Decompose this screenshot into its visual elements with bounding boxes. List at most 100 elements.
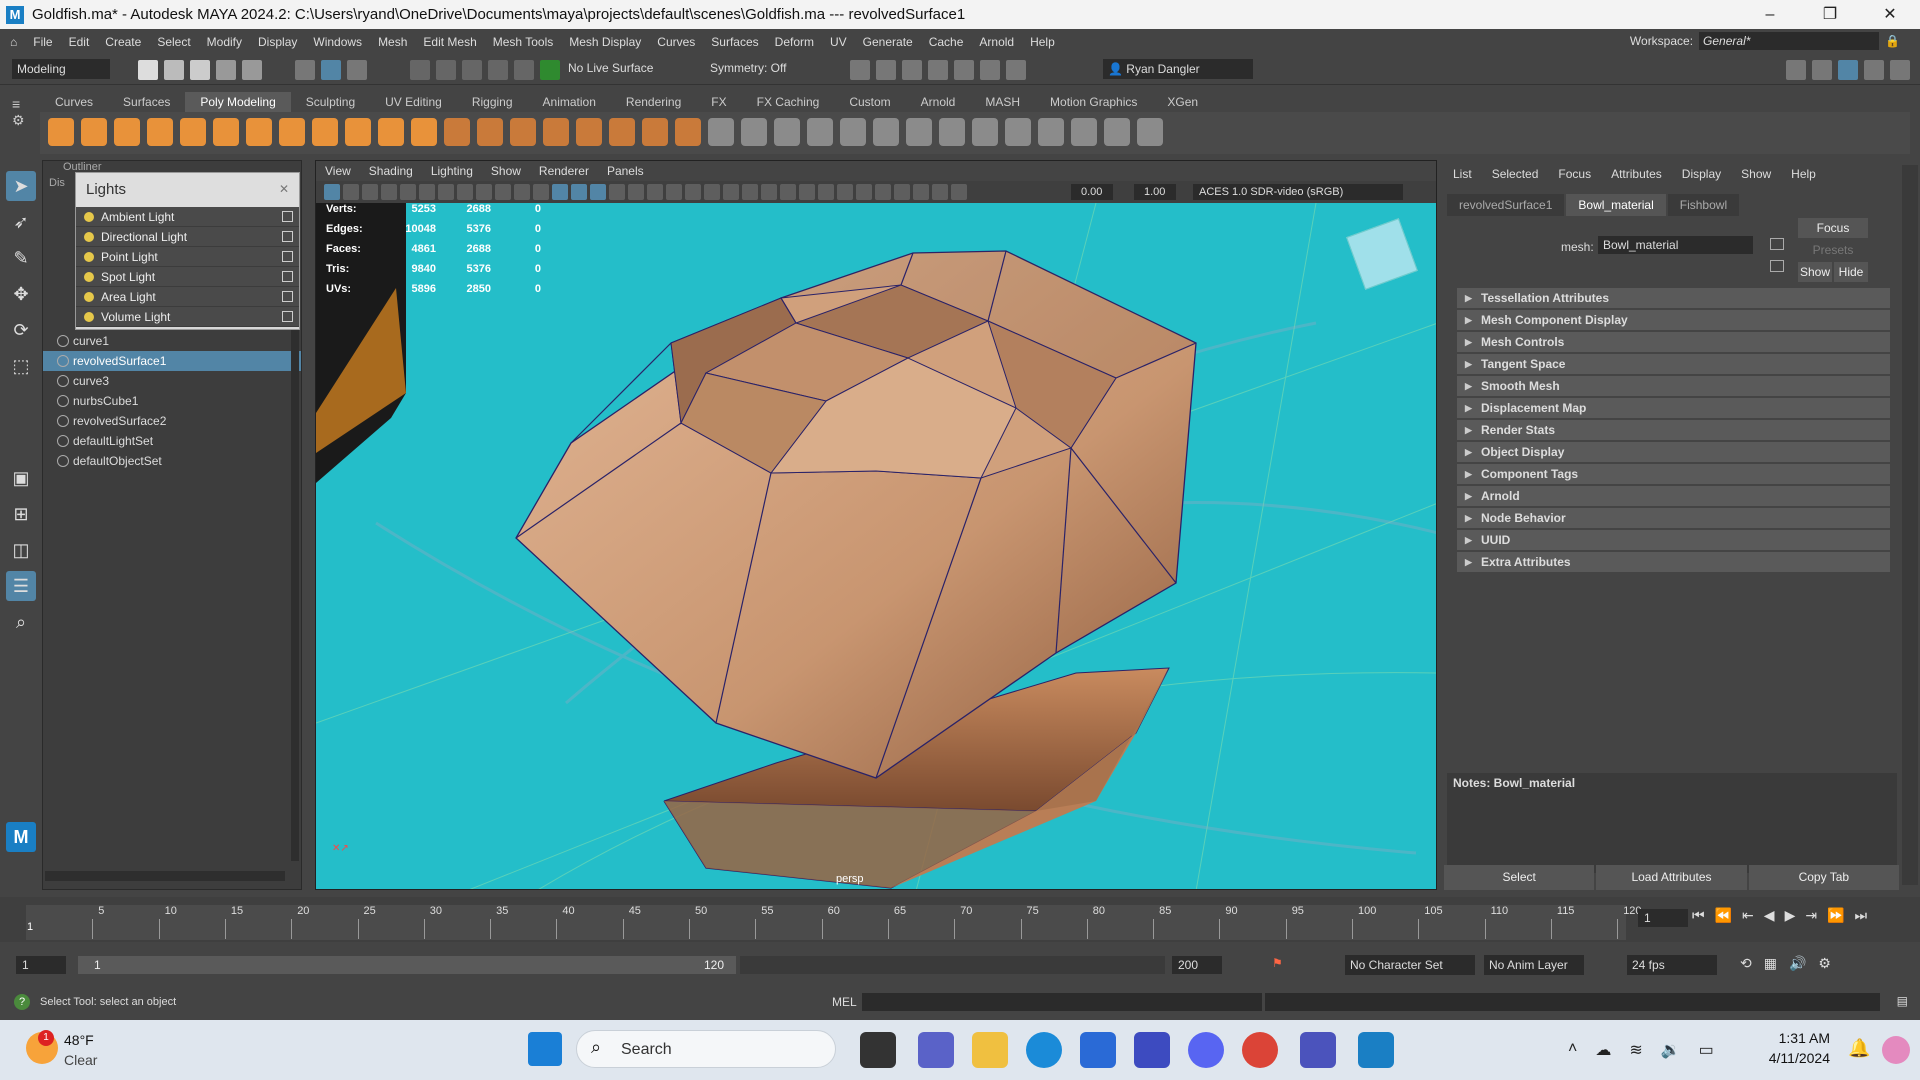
viewport-tool-5-icon[interactable] xyxy=(400,184,416,200)
shelf-tab-animation[interactable]: Animation xyxy=(528,92,611,112)
outliner-hscrollbar[interactable] xyxy=(45,871,285,881)
menu-mesh-display[interactable]: Mesh Display xyxy=(561,35,649,49)
shelf-cube-icon[interactable] xyxy=(81,118,107,146)
light-option-box-icon[interactable] xyxy=(282,271,293,282)
shelf-plane-icon[interactable] xyxy=(213,118,239,146)
outliner-item[interactable]: defaultObjectSet xyxy=(43,451,301,471)
copilot-icon[interactable] xyxy=(1882,1036,1910,1064)
outliner-layout-icon[interactable]: ☰ xyxy=(6,571,36,601)
viewport-tool-33-icon[interactable] xyxy=(932,184,948,200)
pause-icon[interactable] xyxy=(1006,60,1026,80)
battery-icon[interactable]: ▭ xyxy=(1699,1040,1714,1060)
viewport-menu-renderer[interactable]: Renderer xyxy=(530,161,598,181)
animation-prefs-icon[interactable]: ⚙ xyxy=(1818,955,1831,972)
shelf-tab-rendering[interactable]: Rendering xyxy=(611,92,696,112)
menu-help[interactable]: Help xyxy=(1022,35,1063,49)
light-option-box-icon[interactable] xyxy=(282,291,293,302)
shelf-combine-icon[interactable] xyxy=(444,118,470,146)
attr-menu-show[interactable]: Show xyxy=(1731,167,1781,181)
tool-settings-icon[interactable] xyxy=(1890,60,1910,80)
current-frame-field[interactable]: 1 xyxy=(1638,909,1688,927)
start-frame-field[interactable]: 1 xyxy=(16,956,66,974)
viewport-menu-view[interactable]: View xyxy=(316,161,360,181)
mesh-name-field[interactable]: Bowl_material xyxy=(1598,236,1753,254)
go-to-end-icon[interactable]: ⏭ xyxy=(1855,907,1868,924)
shelf-bridge-icon[interactable] xyxy=(543,118,569,146)
edge-icon[interactable] xyxy=(1026,1032,1062,1068)
shelf-tab-fx-caching[interactable]: FX Caching xyxy=(742,92,835,112)
shelf-menu-icon[interactable]: ≡ ⚙ xyxy=(12,96,34,156)
shelf-connect-icon[interactable] xyxy=(1071,118,1097,146)
character-set-dropdown[interactable]: No Character Set xyxy=(1345,955,1475,975)
shelf-tab-motion-graphics[interactable]: Motion Graphics xyxy=(1035,92,1152,112)
shelf-uv-editor-icon[interactable] xyxy=(873,118,899,146)
mode-dropdown[interactable]: Modeling xyxy=(12,59,110,79)
clock-time[interactable]: 1:31 AM xyxy=(1740,1030,1830,1046)
viewport-tool-10-icon[interactable] xyxy=(495,184,511,200)
shelf-super-shape-icon[interactable] xyxy=(312,118,338,146)
section-displacement-map[interactable]: Displacement Map xyxy=(1457,398,1890,418)
shelf-tab-fx[interactable]: FX xyxy=(696,92,741,112)
outliner-item[interactable]: nurbsCube1 xyxy=(43,391,301,411)
home-icon[interactable]: ⌂ xyxy=(0,35,25,49)
light-item-spot-light[interactable]: Spot Light xyxy=(76,267,299,287)
attr-menu-display[interactable]: Display xyxy=(1672,167,1731,181)
teams-icon[interactable] xyxy=(918,1032,954,1068)
shelf-lattice-icon[interactable] xyxy=(1104,118,1130,146)
shelf-tab-sculpting[interactable]: Sculpting xyxy=(291,92,370,112)
anim-layer-dropdown[interactable]: No Anim Layer xyxy=(1484,955,1584,975)
outliner-item[interactable]: curve1 xyxy=(43,331,301,351)
light-item-directional-light[interactable]: Directional Light xyxy=(76,227,299,247)
snap-curve-icon[interactable] xyxy=(436,60,456,80)
snap-view-icon[interactable] xyxy=(488,60,508,80)
copy-node-icon[interactable] xyxy=(1770,260,1784,272)
end-frame-field[interactable]: 200 xyxy=(1172,956,1222,974)
section-tessellation-attributes[interactable]: Tessellation Attributes xyxy=(1457,288,1890,308)
sound-icon[interactable]: 🔊 xyxy=(1789,955,1806,972)
shelf-type-icon[interactable] xyxy=(345,118,371,146)
side-tabs[interactable] xyxy=(1902,165,1918,885)
channel-box-toggle-icon[interactable] xyxy=(1864,60,1884,80)
file-explorer-icon[interactable] xyxy=(972,1032,1008,1068)
section-arnold[interactable]: Arnold xyxy=(1457,486,1890,506)
notes-area[interactable]: Notes: Bowl_material xyxy=(1447,773,1897,873)
shelf-cylinder-icon[interactable] xyxy=(114,118,140,146)
shelf-tab-rigging[interactable]: Rigging xyxy=(457,92,528,112)
panel-layout-icon[interactable] xyxy=(1812,60,1832,80)
attr-menu-list[interactable]: List xyxy=(1443,167,1482,181)
load-attributes-button[interactable]: Load Attributes xyxy=(1596,865,1747,890)
paint-select-icon[interactable]: ✎ xyxy=(6,243,36,273)
light-option-box-icon[interactable] xyxy=(282,251,293,262)
menu-curves[interactable]: Curves xyxy=(649,35,703,49)
viewport-tool-14-icon[interactable] xyxy=(571,184,587,200)
shelf-tab-surfaces[interactable]: Surfaces xyxy=(108,92,185,112)
light-option-box-icon[interactable] xyxy=(282,211,293,222)
snap-grid-icon[interactable] xyxy=(410,60,430,80)
exposure-field[interactable]: 0.00 xyxy=(1071,184,1113,200)
open-scene-icon[interactable] xyxy=(164,60,184,80)
perspective-viewport[interactable]: View Shading Lighting Show Renderer Panels 0.… xyxy=(315,160,1437,890)
shelf-tab-arnold[interactable]: Arnold xyxy=(906,92,971,112)
shelf-extrude-icon[interactable] xyxy=(576,118,602,146)
scale-tool-icon[interactable]: ⬚ xyxy=(6,351,36,381)
wifi-icon[interactable]: ≋ xyxy=(1629,1040,1642,1060)
viewport-menu-shading[interactable]: Shading xyxy=(360,161,422,181)
section-extra-attributes[interactable]: Extra Attributes xyxy=(1457,552,1890,572)
command-input[interactable] xyxy=(862,993,1262,1011)
menu-windows[interactable]: Windows xyxy=(305,35,370,49)
menu-select[interactable]: Select xyxy=(149,35,198,49)
viewport-tool-27-icon[interactable] xyxy=(818,184,834,200)
shelf-tab-mash[interactable]: MASH xyxy=(970,92,1035,112)
section-uuid[interactable]: UUID xyxy=(1457,530,1890,550)
teams-new-icon[interactable] xyxy=(1300,1032,1336,1068)
layout-icon[interactable] xyxy=(1786,60,1806,80)
new-scene-icon[interactable] xyxy=(138,60,158,80)
render-frame-icon[interactable] xyxy=(850,60,870,80)
section-mesh-component-display[interactable]: Mesh Component Display xyxy=(1457,310,1890,330)
viewport-tool-18-icon[interactable] xyxy=(647,184,663,200)
step-forward-frame-icon[interactable]: ⏩ xyxy=(1827,907,1844,924)
viewport-tool-32-icon[interactable] xyxy=(913,184,929,200)
render-settings-icon[interactable] xyxy=(902,60,922,80)
section-component-tags[interactable]: Component Tags xyxy=(1457,464,1890,484)
light-option-box-icon[interactable] xyxy=(282,311,293,322)
